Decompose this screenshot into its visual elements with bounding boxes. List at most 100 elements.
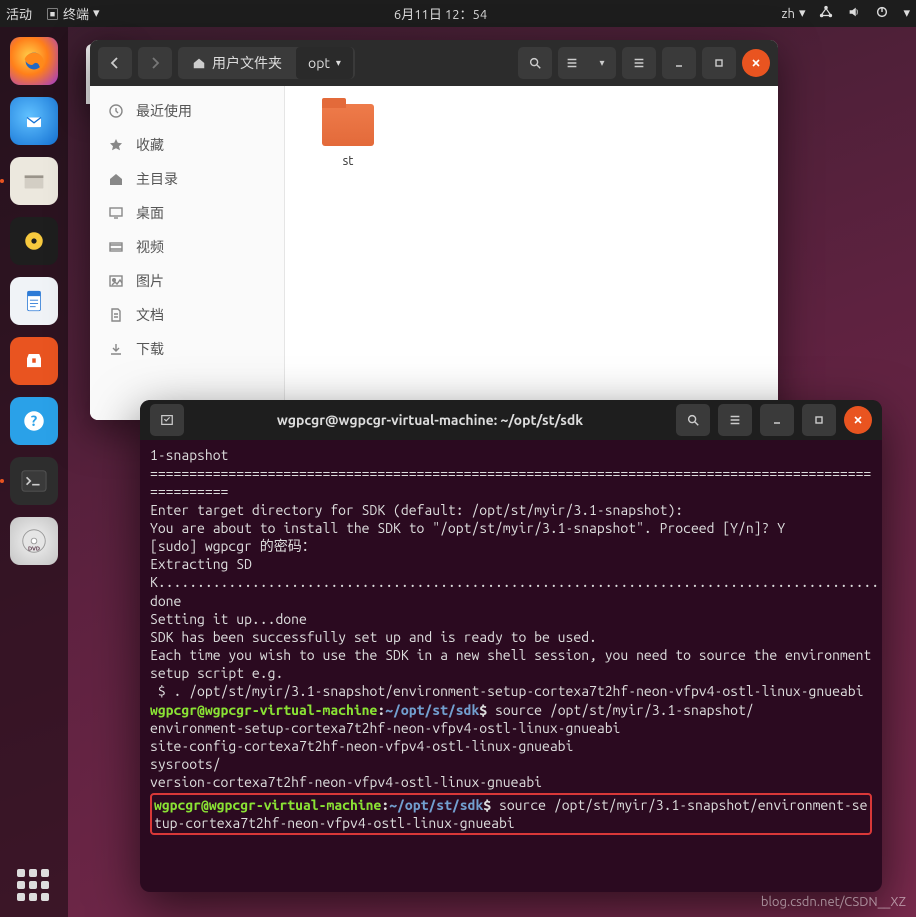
highlighted-command: wgpcgr@wgpcgr-virtual-machine:~/opt/st/s… xyxy=(150,793,872,835)
video-icon xyxy=(108,239,124,255)
download-icon xyxy=(108,341,124,357)
input-method-label: zh xyxy=(782,7,795,21)
clock-icon xyxy=(108,103,124,119)
dock-software[interactable] xyxy=(10,337,58,385)
network-icon[interactable] xyxy=(819,5,833,22)
terminal-body[interactable]: 1-snapshot =============================… xyxy=(140,440,882,892)
home-icon xyxy=(192,56,206,70)
input-method[interactable]: zh ▾ xyxy=(782,6,806,21)
sidebar-label: 收藏 xyxy=(136,135,164,155)
term-line: $ . /opt/st/myir/3.1-snapshot/environmen… xyxy=(150,683,863,699)
sidebar-item-videos[interactable]: 视频 xyxy=(90,230,284,264)
list-view-button[interactable] xyxy=(558,47,586,79)
term-line: site-config-cortexa7t2hf-neon-vfpv4-ostl… xyxy=(150,738,573,754)
prompt-path: ~/opt/st/sdk xyxy=(385,702,479,718)
folder-icon xyxy=(322,104,374,146)
file-manager-content[interactable]: st xyxy=(285,86,778,420)
sidebar-label: 最近使用 xyxy=(136,101,192,121)
desktop-icon xyxy=(108,205,124,221)
terminal-header: wgpcgr@wgpcgr-virtual-machine: ~/opt/st/… xyxy=(140,400,882,440)
svg-text:?: ? xyxy=(31,412,38,429)
hamburger-menu-button[interactable] xyxy=(622,47,656,79)
show-applications-button[interactable] xyxy=(0,869,68,903)
sidebar-label: 图片 xyxy=(136,271,164,291)
volume-icon[interactable] xyxy=(847,5,861,22)
minimize-button[interactable] xyxy=(662,47,696,79)
dock-files[interactable] xyxy=(10,157,58,205)
dock-dvd[interactable]: DVD xyxy=(10,517,58,565)
activities-button[interactable]: 活动 xyxy=(6,4,32,23)
dock-thunderbird[interactable] xyxy=(10,97,58,145)
sidebar-item-starred[interactable]: 收藏 xyxy=(90,128,284,162)
breadcrumb: 用户文件夹 opt ▾ xyxy=(178,47,355,79)
chevron-down-icon: ▾ xyxy=(799,6,806,21)
dock-firefox[interactable] xyxy=(10,37,58,85)
search-button[interactable] xyxy=(518,47,552,79)
breadcrumb-home[interactable]: 用户文件夹 xyxy=(180,47,294,79)
sidebar-label: 桌面 xyxy=(136,203,164,223)
current-app-label: 终端 xyxy=(63,4,89,23)
file-manager-window: 用户文件夹 opt ▾ ▾ 最近使用 收藏 主目录 桌面 视频 图片 文档 下载 xyxy=(90,40,778,420)
sidebar-item-recent[interactable]: 最近使用 xyxy=(90,94,284,128)
file-manager-header: 用户文件夹 opt ▾ ▾ xyxy=(90,40,778,86)
term-line: Setting it up...done xyxy=(150,611,307,627)
term-line: version-cortexa7t2hf-neon-vfpv4-ostl-lin… xyxy=(150,774,542,790)
watermark: blog.csdn.net/CSDN__XZ xyxy=(761,895,906,909)
close-button[interactable] xyxy=(742,49,770,77)
term-line: [sudo] wgpcgr 的密码： xyxy=(150,538,316,554)
terminal-minimize-button[interactable] xyxy=(760,404,794,436)
term-line: sysroots/ xyxy=(150,756,221,772)
sidebar-item-desktop[interactable]: 桌面 xyxy=(90,196,284,230)
sidebar-item-documents[interactable]: 文档 xyxy=(90,298,284,332)
prompt-user: wgpcgr@wgpcgr-virtual-machine xyxy=(150,702,377,718)
sidebar-label: 文档 xyxy=(136,305,164,325)
folder-label: st xyxy=(343,154,354,168)
current-app-menu[interactable]: ▣ 终端 ▾ xyxy=(46,4,100,23)
terminal-window: wgpcgr@wgpcgr-virtual-machine: ~/opt/st/… xyxy=(140,400,882,892)
dock: ? DVD xyxy=(0,27,68,917)
breadcrumb-root-label: 用户文件夹 xyxy=(212,53,282,73)
breadcrumb-seg-label: opt xyxy=(308,55,330,71)
sidebar-item-pictures[interactable]: 图片 xyxy=(90,264,284,298)
term-line: Enter target directory for SDK (default:… xyxy=(150,502,683,518)
breadcrumb-segment[interactable]: opt ▾ xyxy=(296,47,353,79)
chevron-down-icon: ▾ xyxy=(903,6,910,21)
apps-grid-icon xyxy=(17,869,51,903)
terminal-menu-button[interactable] xyxy=(718,404,752,436)
terminal-close-button[interactable] xyxy=(844,406,872,434)
chevron-down-icon: ▾ xyxy=(599,57,604,69)
image-icon xyxy=(108,273,124,289)
sidebar-label: 视频 xyxy=(136,237,164,257)
back-button[interactable] xyxy=(98,47,132,79)
sidebar-label: 主目录 xyxy=(136,169,178,189)
clock[interactable]: 6月11日 12：54 xyxy=(100,4,782,23)
sidebar-item-downloads[interactable]: 下载 xyxy=(90,332,284,366)
term-line: You are about to install the SDK to "/op… xyxy=(150,520,785,536)
terminal-maximize-button[interactable] xyxy=(802,404,836,436)
sidebar-item-home[interactable]: 主目录 xyxy=(90,162,284,196)
prompt-user: wgpcgr@wgpcgr-virtual-machine xyxy=(154,797,381,813)
prompt-path: ~/opt/st/sdk xyxy=(389,797,483,813)
dock-writer[interactable] xyxy=(10,277,58,325)
document-icon xyxy=(108,307,124,323)
term-line: ========================================… xyxy=(150,465,871,499)
term-cmd: source /opt/st/myir/3.1-snapshot/ xyxy=(495,702,754,718)
folder-item[interactable]: st xyxy=(303,104,393,168)
star-icon xyxy=(108,137,124,153)
dock-help[interactable]: ? xyxy=(10,397,58,445)
top-bar: 活动 ▣ 终端 ▾ 6月11日 12：54 zh ▾ ▾ xyxy=(0,0,916,27)
terminal-glyph-icon: ▣ xyxy=(46,4,59,23)
term-line: SDK has been successfully set up and is … xyxy=(150,629,597,645)
chevron-down-icon: ▾ xyxy=(336,57,341,69)
term-line: Extracting SDK..........................… xyxy=(150,556,882,608)
power-icon[interactable] xyxy=(875,5,889,22)
view-options-button[interactable]: ▾ xyxy=(588,47,616,79)
dock-terminal[interactable] xyxy=(10,457,58,505)
maximize-button[interactable] xyxy=(702,47,736,79)
forward-button[interactable] xyxy=(138,47,172,79)
dock-rhythmbox[interactable] xyxy=(10,217,58,265)
svg-text:DVD: DVD xyxy=(28,546,40,552)
terminal-search-button[interactable] xyxy=(676,404,710,436)
file-manager-sidebar: 最近使用 收藏 主目录 桌面 视频 图片 文档 下载 xyxy=(90,86,285,420)
new-tab-button[interactable] xyxy=(150,404,184,436)
